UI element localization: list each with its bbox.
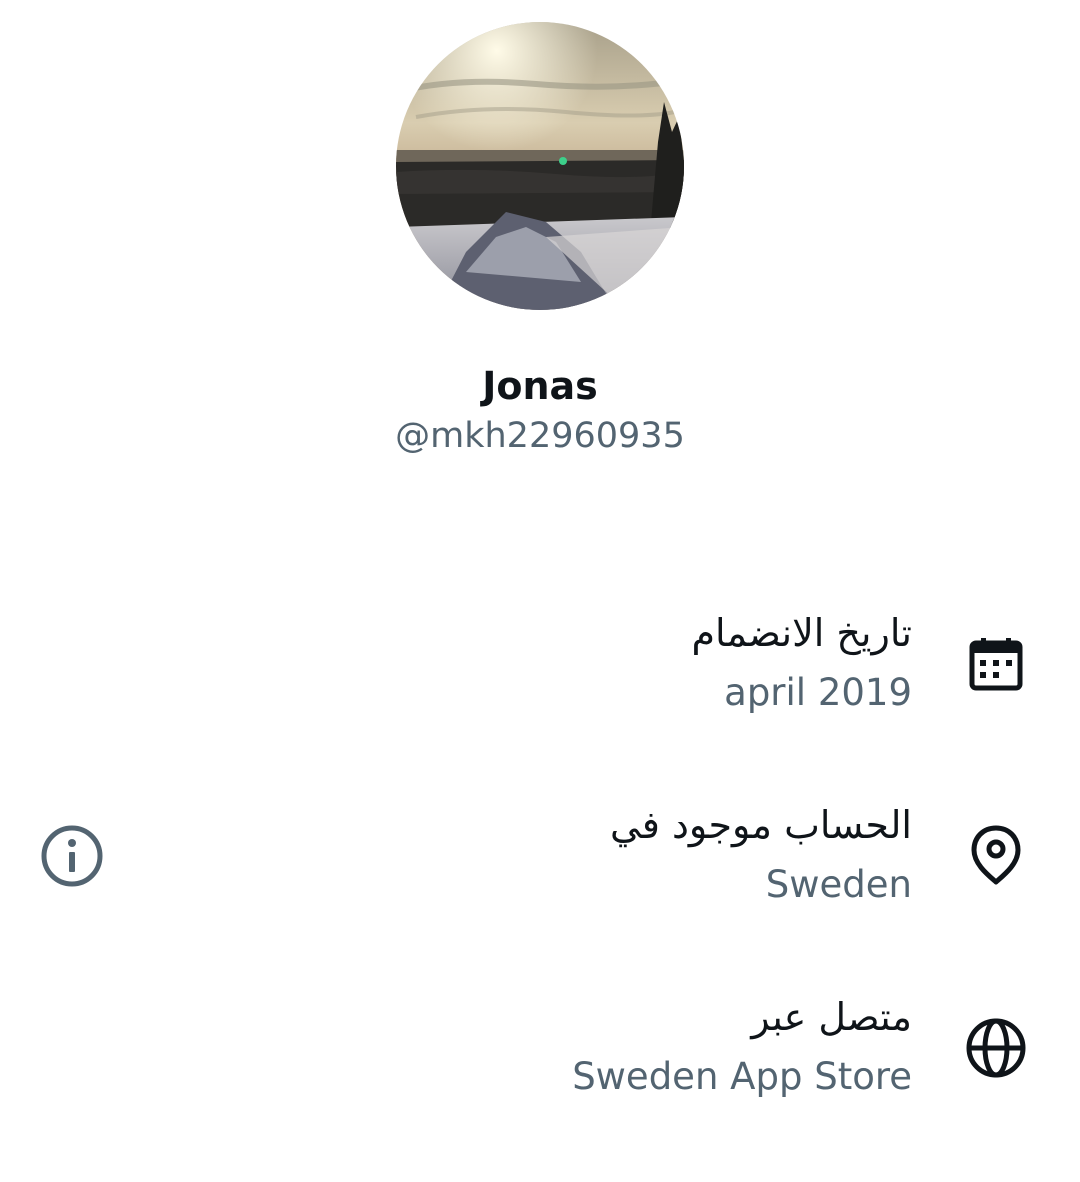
joined-date-row: تاريخ الانضمام april 2019	[0, 606, 1080, 736]
display-name: Jonas	[482, 364, 598, 408]
connected-via-label: متصل عبر	[751, 995, 912, 1039]
user-handle: @mkh22960935	[395, 416, 685, 456]
calendar-icon	[964, 634, 1028, 698]
location-pin-icon	[964, 822, 1028, 886]
globe-icon	[964, 1016, 1028, 1080]
account-location-label: الحساب موجود في	[610, 803, 912, 847]
account-location-row: الحساب موجود في Sweden	[0, 798, 1080, 928]
joined-date-value: april 2019	[724, 671, 912, 714]
account-location-value: Sweden	[765, 863, 912, 906]
joined-date-label: تاريخ الانضمام	[691, 611, 912, 655]
connected-via-row: متصل عبر Sweden App Store	[0, 990, 1080, 1120]
avatar[interactable]	[396, 22, 684, 310]
connected-via-value: Sweden App Store	[572, 1055, 912, 1098]
info-icon[interactable]	[38, 822, 106, 890]
